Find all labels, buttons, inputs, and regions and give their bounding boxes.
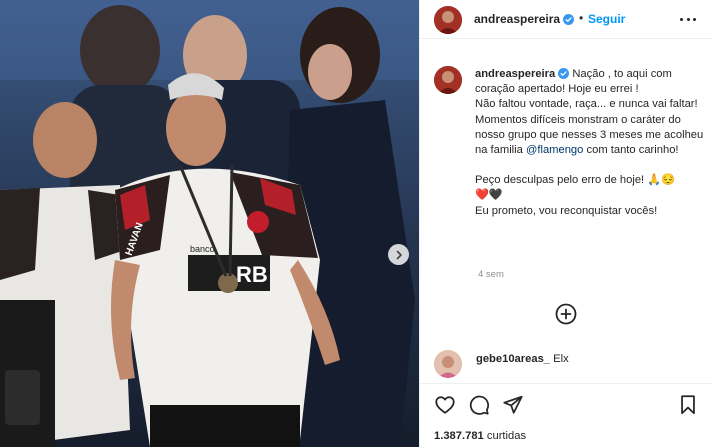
caption-line-3b: com tanto carinho! <box>583 144 679 157</box>
action-bar <box>420 383 712 423</box>
post-caption: andreaspereira Nação , to aqui com coraç… <box>475 67 705 219</box>
comment-text: gebe10areas_ Elx <box>476 353 569 365</box>
comment-username[interactable]: gebe10areas_ <box>476 353 550 365</box>
jersey-sponsor-text: RB <box>236 262 268 287</box>
post-author-username[interactable]: andreaspereira <box>474 12 560 26</box>
jersey-sponsor-label: banco <box>190 244 215 254</box>
comment-item: gebe10areas_ Elx <box>420 346 712 378</box>
post-author-name[interactable]: andreaspereira <box>474 12 575 26</box>
header-separator: • <box>579 11 584 25</box>
verified-badge-icon <box>563 14 575 25</box>
caption-line-2: Não faltou vontade, raça... e nunca vai … <box>475 98 698 111</box>
bookmark-icon[interactable] <box>677 394 699 416</box>
comment-icon[interactable] <box>468 394 490 416</box>
caption-avatar[interactable] <box>434 66 462 94</box>
caption-username[interactable]: andreaspereira <box>475 68 555 80</box>
post-photo[interactable]: RB banco HAVAN <box>0 0 419 447</box>
avatar-image <box>434 350 462 378</box>
more-options-icon[interactable] <box>680 14 696 24</box>
post-header: andreaspereira • Seguir <box>420 0 712 39</box>
chevron-right-icon <box>396 250 402 259</box>
post-image: RB banco HAVAN <box>0 0 419 447</box>
caption-line-6: Eu prometo, vou reconquistar vocês! <box>475 204 658 217</box>
mention-link[interactable]: @flamengo <box>526 144 583 156</box>
avatar-image <box>434 6 462 34</box>
likes-number: 1.387.781 <box>434 430 484 442</box>
post-timestamp[interactable]: 4 sem <box>478 269 504 280</box>
comment-avatar[interactable] <box>434 350 462 378</box>
likes-count[interactable]: 1.387.781 curtidas <box>434 430 526 442</box>
caption-section: andreaspereira Nação , to aqui com coraç… <box>420 40 712 326</box>
comment-body: Elx <box>553 353 569 365</box>
follow-button[interactable]: Seguir <box>588 12 625 26</box>
post-side-panel: andreaspereira • Seguir andreaspereira N… <box>419 0 712 447</box>
carousel-next-button[interactable] <box>388 244 409 265</box>
likes-label: curtidas <box>486 430 527 442</box>
avatar[interactable] <box>434 6 462 34</box>
caption-line-4: Peço desculpas pelo erro de hoje! 🙏😔 <box>475 174 676 187</box>
avatar-image <box>434 66 462 94</box>
caption-line-5: ❤️🖤 <box>475 189 503 202</box>
heart-icon[interactable] <box>434 394 456 416</box>
share-icon[interactable] <box>502 394 524 416</box>
verified-badge-icon <box>558 68 570 79</box>
plus-circle-icon[interactable] <box>554 302 578 326</box>
